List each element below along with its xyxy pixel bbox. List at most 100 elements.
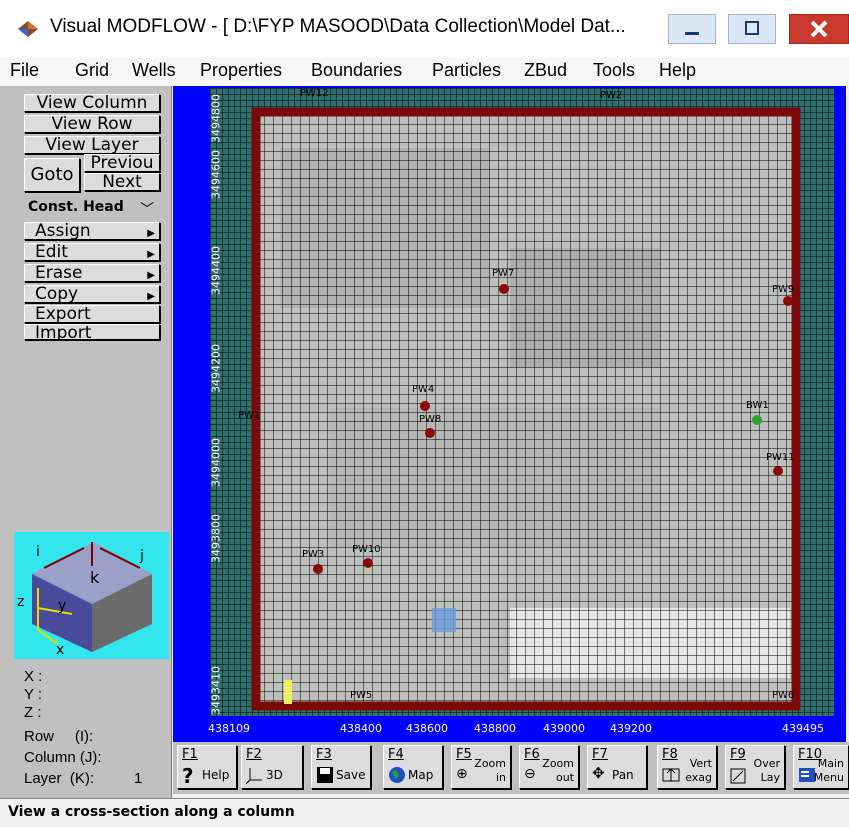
- f10-label-line1: Main: [817, 757, 844, 770]
- globe-icon: [389, 767, 405, 783]
- next-button[interactable]: Next: [84, 173, 160, 191]
- well-label-pw3: PW3: [302, 549, 325, 560]
- f5-zoom-in-button[interactable]: F5 ⊕ Zoom in: [451, 745, 511, 789]
- arrow-right-icon: ▶: [147, 270, 155, 281]
- column-label: Column (J):: [24, 749, 102, 766]
- f5-label-line2: in: [495, 771, 506, 784]
- menu-grid[interactable]: Grid: [75, 60, 109, 81]
- x-coord-label: X :: [24, 668, 43, 685]
- f9-overlay-button[interactable]: F9 Over Lay: [725, 745, 785, 789]
- menu-tools[interactable]: Tools: [593, 60, 635, 81]
- boundary-type-select[interactable]: Const. Head ﹀: [24, 196, 160, 220]
- f10-label-line2: Menu: [813, 771, 844, 784]
- x-tick-label: 439200: [610, 722, 652, 735]
- f1-key-label: F1: [182, 747, 198, 762]
- well-marker[interactable]: [313, 564, 323, 574]
- function-key-bar: F1 ? Help F2 3D F3 Save F4 Map F5 ⊕ Zoom…: [173, 742, 849, 794]
- maximize-icon: [745, 21, 759, 35]
- f1-help-button[interactable]: F1 ? Help: [177, 745, 237, 789]
- cube-label-i: i: [36, 544, 40, 560]
- cube-label-z: z: [17, 594, 25, 610]
- f4-key-label: F4: [388, 747, 404, 762]
- f8-vert-exag-button[interactable]: F8 Vert exag: [657, 745, 717, 789]
- well-label-pw10: PW10: [352, 544, 381, 555]
- f2-key-label: F2: [246, 747, 262, 762]
- import-button[interactable]: Import: [24, 324, 160, 340]
- app-icon: [18, 21, 38, 37]
- close-button[interactable]: [789, 14, 849, 44]
- well-label-pw6: PW6: [772, 690, 795, 701]
- arrow-right-icon: ▶: [147, 291, 155, 302]
- well-label-pw1: PW1: [238, 410, 261, 421]
- well-marker[interactable]: [783, 296, 793, 306]
- f9-key-label: F9: [730, 747, 746, 762]
- x-tick-label: 439000: [543, 722, 585, 735]
- y-tick-label: 3494600: [209, 150, 223, 199]
- f7-label: Pan: [612, 768, 634, 782]
- status-bar: View a cross-section along a column: [0, 798, 849, 827]
- f4-map-button[interactable]: F4 Map: [383, 745, 443, 789]
- well-label-pw9: PW9: [772, 284, 795, 295]
- y-coord-label: Y :: [24, 686, 43, 703]
- menu-boundaries[interactable]: Boundaries: [311, 60, 402, 81]
- f7-pan-button[interactable]: F7 ✥ Pan: [587, 745, 647, 789]
- well-label-pw2: PW2: [600, 90, 623, 101]
- f6-label-line1: Zoom: [542, 757, 574, 770]
- minimize-button[interactable]: [668, 14, 716, 44]
- f1-label: Help: [202, 768, 230, 782]
- help-icon: ?: [182, 764, 194, 788]
- f2-3d-button[interactable]: F2 3D: [241, 745, 303, 789]
- view-layer-button[interactable]: View Layer: [24, 136, 160, 154]
- maximize-button[interactable]: [728, 14, 776, 44]
- pan-arrows-icon: ✥: [592, 764, 605, 782]
- assign-label: Assign: [35, 222, 91, 240]
- menu-particles[interactable]: Particles: [432, 60, 501, 81]
- f10-main-menu-button[interactable]: F10 Main Menu: [793, 745, 849, 789]
- menu-wells[interactable]: Wells: [132, 60, 176, 81]
- y-tick-label: 3494000: [209, 438, 223, 487]
- f9-label-line2: Lay: [760, 771, 780, 784]
- copy-button[interactable]: Copy ▶: [24, 285, 160, 303]
- well-label-pw12: PW12: [300, 88, 329, 99]
- assign-button[interactable]: Assign ▶: [24, 222, 160, 240]
- well-marker[interactable]: [499, 284, 509, 294]
- well-label-pw7: PW7: [492, 268, 515, 279]
- f6-zoom-out-button[interactable]: F6 ⊖ Zoom out: [519, 745, 579, 789]
- f3-label: Save: [336, 768, 366, 782]
- cube-label-j: j: [140, 548, 144, 564]
- erase-button[interactable]: Erase ▶: [24, 264, 160, 282]
- well-label-pw5: PW5: [350, 690, 373, 701]
- status-text: View a cross-section along a column: [8, 804, 295, 820]
- menu-properties[interactable]: Properties: [200, 60, 282, 81]
- well-marker[interactable]: [420, 401, 430, 411]
- export-button[interactable]: Export: [24, 305, 160, 323]
- menu-help[interactable]: Help: [659, 60, 696, 81]
- window-title: Visual MODFLOW - [ D:\FYP MASOOD\Data Co…: [50, 16, 626, 37]
- minimize-icon: [685, 32, 699, 35]
- well-label-pw4: PW4: [412, 384, 435, 395]
- menu-bar: File Grid Wells Properties Boundaries Pa…: [0, 58, 849, 86]
- well-marker[interactable]: [773, 466, 783, 476]
- row-label: Row (I):: [24, 728, 94, 745]
- f5-label-line1: Zoom: [474, 757, 506, 770]
- f8-label-line1: Vert: [689, 757, 712, 770]
- f8-key-label: F8: [662, 747, 678, 762]
- well-marker[interactable]: [752, 415, 762, 425]
- well-marker[interactable]: [425, 428, 435, 438]
- y-tick-label: 3493800: [209, 514, 223, 563]
- f5-key-label: F5: [456, 747, 472, 762]
- title-bar: Visual MODFLOW - [ D:\FYP MASOOD\Data Co…: [0, 0, 849, 59]
- edit-label: Edit: [35, 243, 68, 261]
- menu-file[interactable]: File: [10, 60, 39, 81]
- erase-label: Erase: [35, 264, 83, 282]
- well-label-bw1: BW1: [746, 400, 769, 411]
- goto-button[interactable]: Goto: [24, 158, 80, 192]
- edit-button[interactable]: Edit ▶: [24, 243, 160, 261]
- menu-zbud[interactable]: ZBud: [524, 60, 567, 81]
- previous-button[interactable]: Previou: [84, 154, 160, 172]
- view-column-button[interactable]: View Column: [24, 94, 160, 112]
- view-row-button[interactable]: View Row: [24, 115, 160, 133]
- f3-save-button[interactable]: F3 Save: [311, 745, 371, 789]
- well-marker[interactable]: [363, 558, 373, 568]
- 3d-orientation-cube: i j k z y x: [14, 532, 169, 659]
